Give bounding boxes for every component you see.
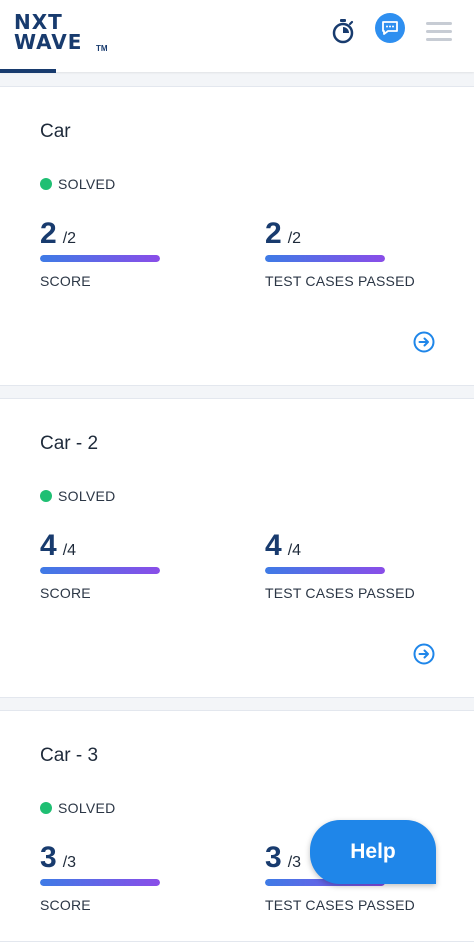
status-badge: SOLVED (40, 799, 116, 817)
score-progress-bar (40, 255, 160, 262)
score-label: SCORE (40, 897, 91, 913)
solved-status-dot (40, 802, 52, 814)
test-cases-total: /3 (287, 854, 302, 871)
score-progress-bar (40, 879, 160, 886)
problem-title: Car - 2 (40, 433, 99, 454)
problem-title: Car (40, 121, 71, 142)
score-value: 4 (40, 529, 57, 562)
score-metric: 4 /4 SCORE (40, 529, 230, 609)
score-label: SCORE (40, 585, 91, 601)
score-value: 2 (40, 217, 57, 250)
logo-line-2: WAVE (14, 30, 83, 54)
score-metric: 3 /3 SCORE (40, 841, 230, 921)
test-cases-metric: 2 /2 TEST CASES PASSED (265, 217, 455, 297)
status-text: SOLVED (58, 176, 116, 192)
test-cases-value: 2 (265, 217, 282, 250)
test-cases-metric: 4 /4 TEST CASES PASSED (265, 529, 455, 609)
test-cases-progress-bar (265, 567, 385, 574)
status-badge: SOLVED (40, 487, 116, 505)
problem-card: Car - 2 SOLVED 4 /4 SCORE 4 /4 TEST CASE… (0, 398, 474, 698)
test-cases-label: TEST CASES PASSED (265, 585, 415, 601)
test-cases-label: TEST CASES PASSED (265, 897, 415, 913)
nxtwave-logo[interactable]: NXT WAVE TM (14, 10, 108, 54)
arrow-right-circle-icon[interactable] (413, 331, 435, 353)
score-total: /2 (62, 230, 77, 247)
problem-title: Car - 3 (40, 745, 99, 766)
test-cases-total: /4 (287, 542, 302, 559)
timer-icon[interactable] (330, 18, 356, 44)
score-total: /3 (62, 854, 77, 871)
solved-status-dot (40, 178, 52, 190)
solved-status-dot (40, 490, 52, 502)
test-cases-value: 4 (265, 529, 282, 562)
status-text: SOLVED (58, 488, 116, 504)
active-tab-indicator (0, 69, 56, 73)
score-progress-fill (40, 567, 160, 574)
test-cases-label: TEST CASES PASSED (265, 273, 415, 289)
test-cases-total: /2 (287, 230, 302, 247)
arrow-right-circle-icon[interactable] (413, 643, 435, 665)
test-cases-progress-fill (265, 567, 385, 574)
logo-trademark: TM (96, 44, 108, 53)
score-metric: 2 /2 SCORE (40, 217, 230, 297)
score-total: /4 (62, 542, 77, 559)
score-progress-fill (40, 879, 160, 886)
test-cases-progress-bar (265, 255, 385, 262)
test-cases-progress-fill (265, 255, 385, 262)
help-button[interactable]: Help (310, 820, 436, 884)
test-cases-value: 3 (265, 841, 282, 874)
score-progress-fill (40, 255, 160, 262)
score-progress-bar (40, 567, 160, 574)
score-label: SCORE (40, 273, 91, 289)
status-text: SOLVED (58, 800, 116, 816)
score-value: 3 (40, 841, 57, 874)
problem-card: Car SOLVED 2 /2 SCORE 2 /2 TEST CASES PA… (0, 86, 474, 386)
status-badge: SOLVED (40, 175, 116, 193)
chat-icon[interactable] (375, 13, 405, 43)
hamburger-menu-icon[interactable] (426, 22, 454, 42)
app-header: NXT WAVE TM (0, 0, 474, 73)
